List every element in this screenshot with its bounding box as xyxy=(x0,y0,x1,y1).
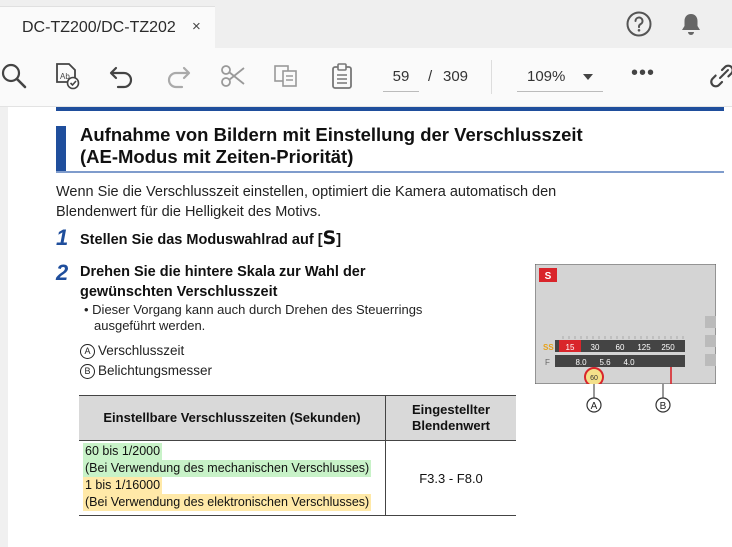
current-shutter-value: 60 xyxy=(590,375,598,382)
ss-tick-30: 30 xyxy=(591,343,600,352)
search-icon[interactable] xyxy=(0,62,28,90)
mode-badge-label: S xyxy=(545,271,552,282)
chevron-down-icon xyxy=(583,74,593,80)
ss-tick-250: 250 xyxy=(661,343,675,352)
page-top-rule xyxy=(56,107,724,111)
heading-line-2: (AE-Modus mit Zeiten-Priorität) xyxy=(80,146,354,167)
f-label: F xyxy=(545,358,550,367)
shutter-priority-mode-symbol: S xyxy=(322,227,337,249)
electronic-range: 1 bis 1/16000 xyxy=(83,477,163,494)
f-tick-5-6: 5.6 xyxy=(599,358,611,367)
scale-ticks xyxy=(562,336,684,339)
spellcheck-document-icon[interactable]: Ab xyxy=(53,62,81,90)
table-header-aperture: Eingestellter Blendenwert xyxy=(385,395,516,441)
toolbar: Ab 59 / 309 109% ••• xyxy=(0,48,732,107)
copy-icon[interactable] xyxy=(272,62,300,90)
step-2-line-2: gewünschten Verschlusszeit xyxy=(80,284,278,300)
f-tick-8: 8.0 xyxy=(575,358,587,367)
f-tick-4: 4.0 xyxy=(623,358,635,367)
callout-markers: A B xyxy=(586,384,671,413)
undo-icon[interactable] xyxy=(108,62,136,90)
page-separator: / xyxy=(428,68,433,85)
notifications-bell-icon[interactable] xyxy=(680,12,702,36)
callout-a-marker: A xyxy=(80,344,95,359)
intro-paragraph: Wenn Sie die Verschlusszeit einstellen, … xyxy=(56,182,676,222)
mechanical-note: (Bei Verwendung des mechanischen Verschl… xyxy=(83,460,372,477)
step-2-text: Drehen Sie die hintere Skala zur Wahl de… xyxy=(80,262,366,302)
cut-scissors-icon[interactable] xyxy=(219,62,247,90)
step-1-text: Stellen Sie das Moduswahlrad auf [S] xyxy=(80,228,341,250)
help-icon[interactable] xyxy=(626,11,652,37)
note-line-1: • Dieser Vorgang kann auch durch Drehen … xyxy=(84,302,423,317)
step-2-note: • Dieser Vorgang kann auch durch Drehen … xyxy=(84,302,504,334)
document-page: Aufnahme von Bildern mit Einstellung der… xyxy=(8,107,732,547)
legend-a: A Verschlusszeit xyxy=(80,342,184,360)
close-tab-icon[interactable]: × xyxy=(192,18,201,35)
section-heading: Aufnahme von Bildern mit Einstellung der… xyxy=(80,124,583,168)
table-cell-speeds: 60 bis 1/2000 (Bei Verwendung des mechan… xyxy=(79,440,386,516)
step-2-line-1: Drehen Sie die hintere Skala zur Wahl de… xyxy=(80,264,366,280)
note-line-2: ausgeführt werden. xyxy=(94,318,206,333)
legend-b: B Belichtungsmesser xyxy=(80,362,212,380)
mechanical-range: 60 bis 1/2000 xyxy=(83,443,163,460)
heading-underline xyxy=(56,171,724,173)
camera-screen-illustration: S SS F 15 30 60 125 250 8.0 5.6 4.0 60 xyxy=(535,264,716,384)
ss-tick-125: 125 xyxy=(637,343,651,352)
shutter-speed-table: Einstellbare Verschlusszeiten (Sekunden)… xyxy=(79,395,516,516)
ss-label: SS xyxy=(543,343,554,352)
step-1-label: Stellen Sie das Moduswahlrad auf [ xyxy=(80,232,323,248)
callout-a-letter: A xyxy=(591,401,598,412)
ss-tick-15: 15 xyxy=(566,343,575,352)
side-button-3 xyxy=(705,354,716,366)
intro-line-1: Wenn Sie die Verschlusszeit einstellen, … xyxy=(56,184,557,200)
page-total: 309 xyxy=(443,68,469,85)
more-options-icon[interactable]: ••• xyxy=(631,62,655,85)
tab-bar: DC-TZ200/DC-TZ202 × xyxy=(0,0,732,49)
step-1-number: 1 xyxy=(56,225,69,250)
ss-tick-60: 60 xyxy=(616,343,625,352)
side-button-2 xyxy=(705,335,716,347)
callout-b-letter: B xyxy=(660,401,667,412)
heading-line-1: Aufnahme von Bildern mit Einstellung der… xyxy=(80,124,583,145)
legend-b-label: Belichtungsmesser xyxy=(98,363,213,378)
table-cell-aperture: F3.3 - F8.0 xyxy=(385,440,516,516)
heading-accent-bar xyxy=(56,126,66,172)
step-2-number: 2 xyxy=(56,260,69,285)
toolbar-divider xyxy=(491,60,492,94)
callout-b-marker: B xyxy=(80,364,95,379)
link-icon[interactable] xyxy=(708,62,732,90)
table-header-speeds: Einstellbare Verschlusszeiten (Sekunden) xyxy=(79,395,386,441)
tab-title: DC-TZ200/DC-TZ202 xyxy=(22,19,176,36)
redo-icon[interactable] xyxy=(164,62,192,90)
page-number-input[interactable]: 59 xyxy=(383,63,419,92)
intro-line-2: Blendenwert für die Helligkeit des Motiv… xyxy=(56,204,322,220)
legend-a-label: Verschlusszeit xyxy=(98,343,185,358)
side-button-1 xyxy=(705,316,716,328)
paste-clipboard-icon[interactable] xyxy=(328,62,356,90)
step-1-close: ] xyxy=(336,232,342,248)
zoom-select[interactable]: 109% xyxy=(517,63,603,92)
electronic-note: (Bei Verwendung des elektronischen Versc… xyxy=(83,494,372,511)
zoom-value: 109% xyxy=(527,68,566,85)
header-aperture-line-1: Eingestellter xyxy=(411,402,491,417)
header-aperture-line-2: Blendenwert xyxy=(411,418,490,433)
document-tab[interactable]: DC-TZ200/DC-TZ202 × xyxy=(0,6,215,49)
